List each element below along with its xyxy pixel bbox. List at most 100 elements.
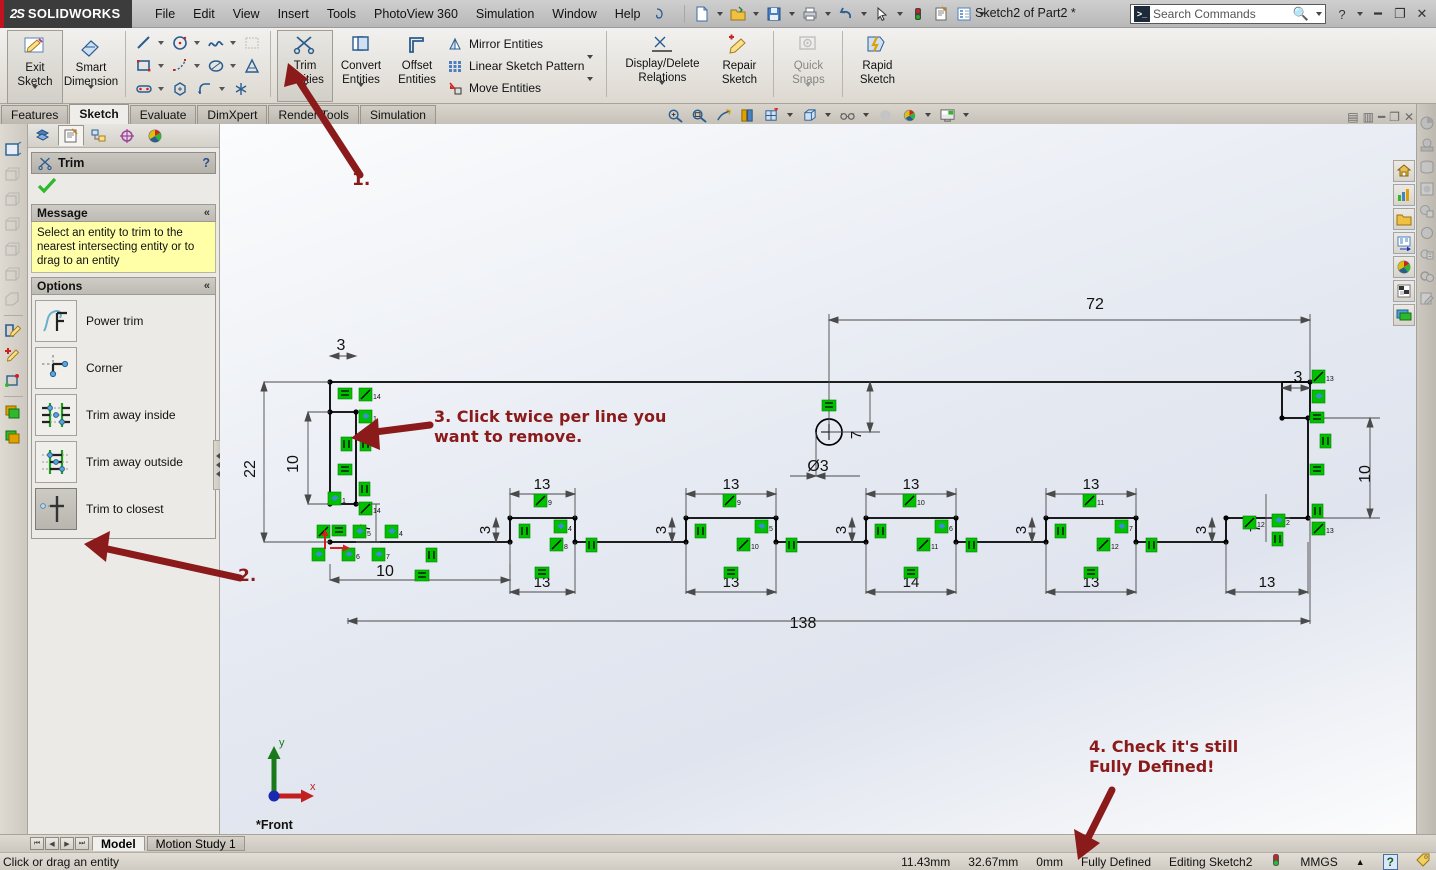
hide-show-items-icon[interactable]	[836, 106, 858, 124]
edit-sketch-icon[interactable]	[0, 319, 26, 343]
spline-dropdown-icon[interactable]	[230, 41, 236, 45]
add-sketch-icon[interactable]	[0, 344, 26, 368]
zoom-to-fit-icon[interactable]	[664, 106, 686, 124]
exit-sketch-button[interactable]: Exit Sketch	[7, 30, 63, 104]
home-icon[interactable]	[1393, 160, 1415, 182]
tab-features[interactable]: Features	[1, 105, 69, 124]
search-dropdown-icon[interactable]	[1316, 12, 1322, 16]
repair-sketch-button[interactable]: Repair Sketch	[711, 30, 767, 87]
right-view-icon[interactable]	[0, 213, 26, 237]
sw-resources-icon[interactable]	[1417, 288, 1436, 310]
quick-snaps-button[interactable]: Quick Snaps	[780, 30, 836, 102]
front-view-icon[interactable]	[0, 163, 26, 187]
menu-simulation[interactable]: Simulation	[467, 3, 543, 25]
sw-forum-tile-icon[interactable]	[1393, 304, 1415, 326]
exit-sketch-dropdown-icon[interactable]	[32, 85, 38, 103]
display-style-toolbar-icon[interactable]	[798, 106, 820, 124]
window-controls[interactable]: ? ━ ❐ ✕	[1332, 4, 1432, 24]
menu-window[interactable]: Window	[543, 3, 605, 25]
menu-insert[interactable]: Insert	[269, 3, 318, 25]
convert-entities-button[interactable]: Convert Entities	[333, 30, 389, 102]
graphics-side-buttons[interactable]	[1393, 160, 1415, 326]
recent-documents-icon[interactable]	[1393, 184, 1415, 206]
custom-properties-icon[interactable]	[1417, 222, 1436, 244]
resources-sphere-icon[interactable]	[1417, 112, 1436, 134]
tile-right-icon[interactable]: ▥	[1363, 110, 1374, 124]
quick-snaps-dropdown-icon[interactable]	[805, 83, 812, 101]
offset-entities-button[interactable]: Offset Entities	[389, 30, 445, 87]
fillet-dropdown-icon[interactable]	[219, 87, 225, 91]
configuration-manager-tab[interactable]	[86, 125, 112, 146]
points-dropdown-icon[interactable]	[194, 64, 200, 68]
view-palette-icon[interactable]	[1417, 178, 1436, 200]
normal-to-view-icon[interactable]	[0, 288, 26, 312]
select-cursor-icon[interactable]	[871, 3, 893, 25]
appearances-scenes-icon[interactable]	[1417, 200, 1436, 222]
options-section-header[interactable]: Options «	[31, 277, 216, 295]
graphics-minimize-icon[interactable]: ━	[1378, 110, 1385, 124]
message-section-header[interactable]: Message «	[31, 204, 216, 222]
graphics-window-controls[interactable]: ▤ ▥ ━ ❐ ✕	[1347, 110, 1414, 124]
menu-edit[interactable]: Edit	[184, 3, 224, 25]
option-trim-away-inside[interactable]: Trim away inside	[35, 393, 212, 437]
menu-help[interactable]: Help	[606, 3, 650, 25]
apply-scene-icon[interactable]	[898, 106, 920, 124]
mirror-entities-button[interactable]: Mirror Entities	[445, 34, 600, 54]
decals-icon[interactable]	[1393, 280, 1415, 302]
line-dropdown-icon[interactable]	[158, 41, 164, 45]
text-tool-icon[interactable]	[240, 55, 264, 77]
design-library-icon[interactable]	[1417, 134, 1436, 156]
graphics-restore-icon[interactable]: ❐	[1389, 110, 1400, 124]
nav-next-button[interactable]: ▶	[60, 837, 74, 850]
open-document-dropdown-icon[interactable]	[753, 11, 760, 16]
search-icon[interactable]: 🔍	[1293, 6, 1309, 22]
tag-icon[interactable]	[1416, 853, 1430, 870]
view-orientation-icon[interactable]	[760, 106, 782, 124]
property-manager-tab-strip[interactable]	[28, 124, 219, 148]
save-icon[interactable]	[763, 3, 785, 25]
model-tab-bar[interactable]: ⏮ ◀ ▶ ⏭ Model Motion Study 1	[0, 834, 1436, 852]
units-caret-icon[interactable]: ▲	[1356, 857, 1365, 867]
slot-tool-icon[interactable]	[132, 78, 156, 100]
file-explorer-icon[interactable]	[1417, 156, 1436, 178]
tile-left-icon[interactable]: ▤	[1347, 110, 1358, 124]
main-menu[interactable]: File Edit View Insert Tools PhotoView 36…	[146, 0, 649, 28]
help-icon[interactable]: ?	[1332, 4, 1352, 24]
sw-search-icon[interactable]	[1417, 266, 1436, 288]
appearance-palette-icon[interactable]	[1393, 256, 1415, 278]
open-folder-icon[interactable]	[1393, 208, 1415, 230]
sketch-fillet-points-icon[interactable]	[168, 55, 192, 77]
status-units[interactable]: MMGS	[1300, 855, 1337, 869]
line-tool-icon[interactable]	[132, 32, 156, 54]
rapid-sketch-button[interactable]: Rapid Sketch	[849, 30, 905, 87]
nav-prev-button[interactable]: ◀	[45, 837, 59, 850]
section-view-icon[interactable]	[0, 369, 26, 393]
property-manager-tab[interactable]	[58, 125, 84, 146]
apply-scene-dropdown-icon[interactable]	[925, 113, 931, 117]
select-dropdown-icon[interactable]	[897, 11, 904, 16]
trim-dropdown-icon[interactable]	[302, 83, 308, 101]
smart-dimension-dropdown-icon[interactable]	[88, 85, 94, 103]
nav-first-button[interactable]: ⏮	[30, 837, 44, 850]
rectangle-dropdown-icon[interactable]	[158, 64, 164, 68]
sketch-canvas[interactable]: 138 72 22 10 3 7 10 13 13 3 13 13 3 14 1…	[220, 124, 1416, 838]
trim-entities-button[interactable]: Trim Entities	[277, 30, 333, 102]
spline-tool-icon[interactable]	[204, 32, 228, 54]
zoom-to-area-icon[interactable]	[688, 106, 710, 124]
circle-tool-icon[interactable]	[168, 32, 192, 54]
minimize-icon[interactable]: ━	[1368, 4, 1388, 24]
print-dropdown-icon[interactable]	[825, 11, 832, 16]
view-settings-dropdown-icon[interactable]	[963, 113, 969, 117]
display-manager-tab[interactable]	[142, 125, 168, 146]
graphics-close-icon[interactable]: ✕	[1404, 110, 1414, 124]
undo-dropdown-icon[interactable]	[861, 11, 868, 16]
slot-dropdown-icon[interactable]	[158, 87, 164, 91]
options-collapse-chevron-icon[interactable]: «	[204, 280, 210, 292]
restore-icon[interactable]: ❐	[1390, 4, 1410, 24]
undo-icon[interactable]	[835, 3, 857, 25]
tab-sketch[interactable]: Sketch	[69, 104, 129, 124]
quick-access-toolbar[interactable]	[679, 3, 988, 25]
new-document-icon[interactable]	[691, 3, 713, 25]
display-delete-relations-button[interactable]: Display/Delete Relations	[613, 30, 711, 100]
isometric-view-icon[interactable]	[0, 138, 26, 162]
